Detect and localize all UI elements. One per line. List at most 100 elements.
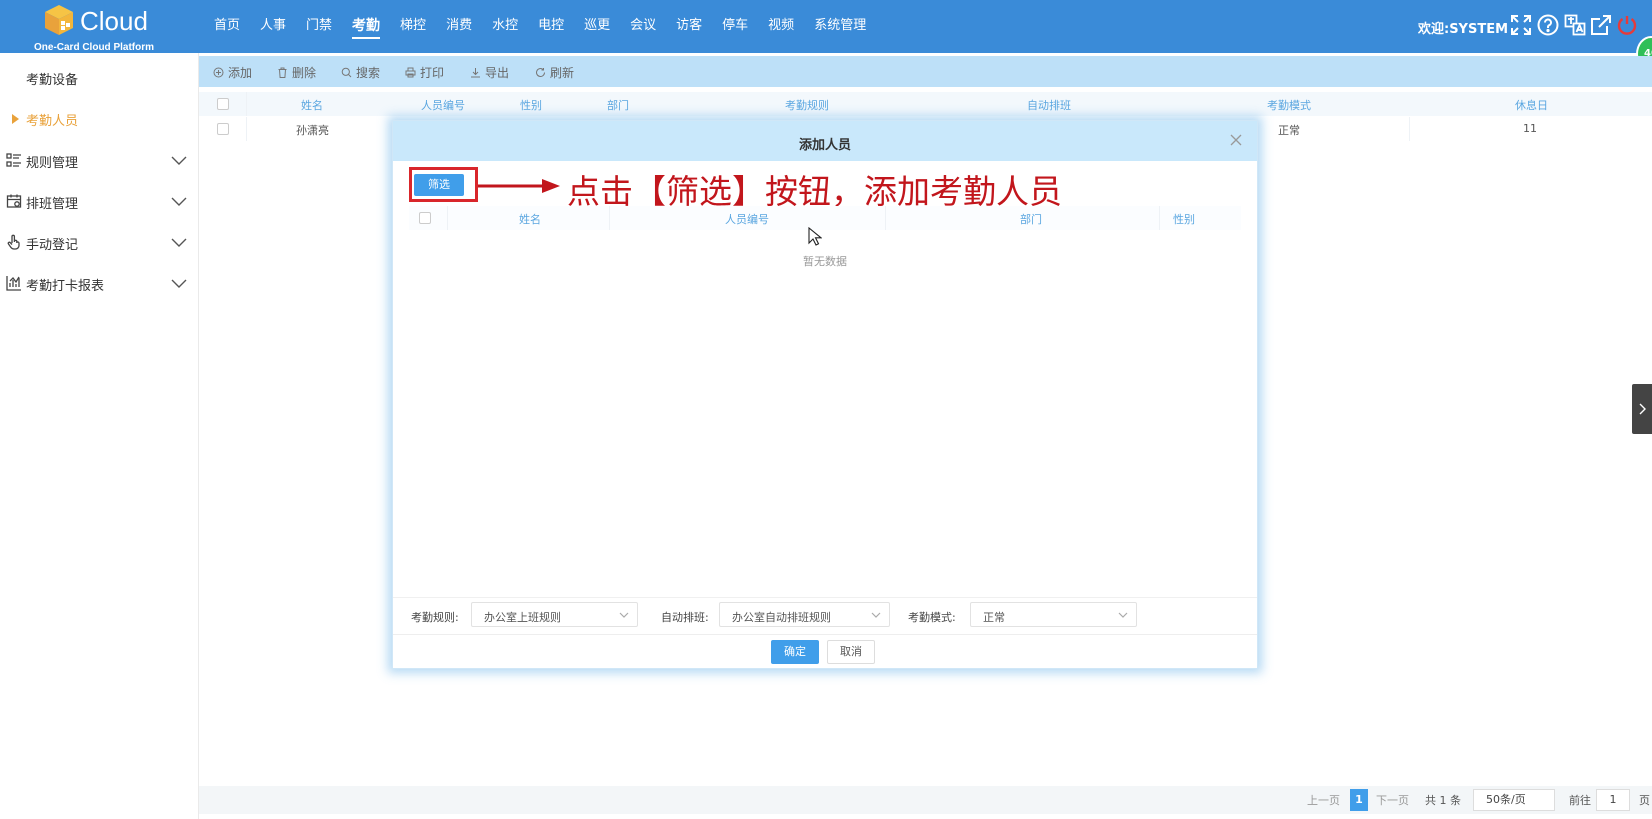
- column-header[interactable]: 部门: [607, 97, 629, 113]
- add-person-dialog: 添加人员 筛选 点击【筛选】按钮，添加考勤人员 姓名 人员编号 部门 性别 暂无…: [392, 120, 1258, 669]
- search-button[interactable]: 搜索: [341, 64, 380, 81]
- fullscreen-icon[interactable]: [1510, 14, 1532, 36]
- chevron-down-icon: [1118, 612, 1128, 618]
- chevron-down-icon: [171, 197, 187, 206]
- nav-patrol[interactable]: 巡更: [574, 0, 620, 53]
- external-link-icon[interactable]: [1590, 14, 1612, 36]
- nav-water-control[interactable]: 水控: [482, 0, 528, 53]
- row-checkbox[interactable]: [217, 123, 229, 135]
- nav-elevator-control[interactable]: 梯控: [390, 0, 436, 53]
- sidebar-item-label: 规则管理: [26, 156, 79, 171]
- refresh-icon: [536, 68, 546, 78]
- delete-label: 删除: [292, 66, 317, 80]
- refresh-button[interactable]: 刷新: [535, 64, 574, 81]
- search-label: 搜索: [356, 66, 381, 80]
- total-count: 共 1 条: [1425, 794, 1461, 807]
- column-header[interactable]: 考勤模式: [1267, 97, 1311, 113]
- print-button[interactable]: 打印: [405, 64, 444, 81]
- annotation-arrow-icon: [478, 179, 560, 193]
- help-icon[interactable]: [1537, 14, 1559, 36]
- dialog-select-all-checkbox[interactable]: [419, 212, 431, 224]
- export-button[interactable]: 导出: [470, 64, 509, 81]
- power-icon[interactable]: [1616, 14, 1638, 36]
- confirm-button[interactable]: 确定: [771, 640, 819, 664]
- select-all-checkbox[interactable]: [217, 98, 229, 110]
- add-button[interactable]: 添加: [213, 64, 252, 81]
- toolbar: 添加 删除 搜索 打印 导出 刷新: [199, 56, 1652, 87]
- delete-button[interactable]: 删除: [277, 64, 316, 81]
- auto-schedule-label: 自动排班:: [661, 611, 709, 624]
- chevron-down-icon: [171, 279, 187, 288]
- refresh-label: 刷新: [550, 66, 575, 80]
- column-header[interactable]: 部门: [1020, 211, 1042, 227]
- nav-parking[interactable]: 停车: [712, 0, 758, 53]
- nav-system-management[interactable]: 系统管理: [804, 0, 876, 53]
- close-icon[interactable]: [1229, 133, 1243, 147]
- nav-attendance[interactable]: 考勤: [342, 0, 390, 53]
- nav-consumption[interactable]: 消费: [436, 0, 482, 53]
- sidebar-item-attendance-devices[interactable]: 考勤设备: [0, 57, 199, 97]
- add-label: 添加: [228, 66, 253, 80]
- column-header[interactable]: 人员编号: [725, 211, 769, 227]
- panel-toggle-handle[interactable]: [1632, 384, 1652, 434]
- prev-page-button[interactable]: 上一页: [1307, 792, 1340, 808]
- auto-schedule-select-value: 办公室自动排班规则: [732, 611, 831, 624]
- trash-icon: [278, 67, 287, 78]
- cell-mode: 正常: [1278, 124, 1300, 137]
- language-icon[interactable]: [1564, 14, 1586, 36]
- column-header[interactable]: 性别: [1173, 211, 1195, 227]
- column-header[interactable]: 性别: [520, 97, 542, 113]
- nav-video[interactable]: 视频: [758, 0, 804, 53]
- sidebar-item-rule-management[interactable]: 规则管理: [0, 140, 199, 180]
- column-header[interactable]: 姓名: [519, 211, 541, 227]
- nav-power-control[interactable]: 电控: [528, 0, 574, 53]
- nav-access-control[interactable]: 门禁: [296, 0, 342, 53]
- nav-meeting[interactable]: 会议: [620, 0, 666, 53]
- filter-button[interactable]: 筛选: [414, 174, 464, 196]
- mode-label: 考勤模式:: [908, 611, 956, 624]
- column-header[interactable]: 考勤规则: [785, 97, 829, 113]
- chevron-down-icon: [619, 612, 629, 618]
- dialog-table-header: 姓名 人员编号 部门 性别: [409, 206, 1241, 230]
- sidebar-item-label: 考勤设备: [26, 73, 79, 88]
- top-navigation-bar: Cloud One-Card Cloud Platform 首页 人事 门禁 考…: [0, 0, 1652, 53]
- cell-rest-day: 11: [1523, 122, 1537, 135]
- column-header[interactable]: 人员编号: [421, 97, 465, 113]
- plus-circle-icon: [213, 67, 224, 78]
- sidebar-item-attendance-report[interactable]: 考勤打卡报表: [0, 263, 199, 303]
- goto-page-input[interactable]: 1: [1596, 789, 1630, 811]
- page-number-current[interactable]: 1: [1350, 789, 1368, 811]
- nav-visitor[interactable]: 访客: [666, 0, 712, 53]
- nav-home[interactable]: 首页: [204, 0, 250, 53]
- chevron-down-icon: [171, 238, 187, 247]
- bar-chart-icon: [6, 276, 21, 291]
- dialog-header: 添加人员: [393, 121, 1257, 161]
- page-size-select[interactable]: 50条/页: [1473, 789, 1555, 811]
- chevron-down-icon: [171, 156, 187, 165]
- sidebar: 考勤设备 考勤人员 规则管理 排班管理 手动登记 考勤打卡报表: [0, 53, 199, 819]
- cancel-button[interactable]: 取消: [827, 640, 875, 664]
- download-icon: [471, 68, 480, 78]
- rule-select[interactable]: 办公室上班规则: [471, 602, 638, 627]
- sidebar-item-label: 考勤人员: [26, 114, 79, 129]
- nav-personnel[interactable]: 人事: [250, 0, 296, 53]
- empty-state-text: 暂无数据: [803, 255, 847, 268]
- active-marker-icon: [12, 114, 19, 124]
- brand-name: Cloud: [80, 6, 148, 36]
- sidebar-item-shift-management[interactable]: 排班管理: [0, 181, 199, 221]
- cube-logo-icon: [45, 5, 73, 35]
- dialog-settings-form: 考勤规则: 办公室上班规则 自动排班: 办公室自动排班规则 考勤模式: 正常: [393, 597, 1257, 631]
- column-header[interactable]: 姓名: [301, 97, 323, 113]
- auto-schedule-select[interactable]: 办公室自动排班规则: [719, 602, 890, 627]
- next-page-button[interactable]: 下一页: [1376, 792, 1409, 808]
- column-header[interactable]: 自动排班: [1027, 97, 1071, 113]
- print-label: 打印: [420, 66, 445, 80]
- welcome-user-text: 欢迎:SYSTEM: [1418, 22, 1509, 37]
- mode-select[interactable]: 正常: [970, 602, 1137, 627]
- pagination: 上一页 1 下一页 共 1 条 50条/页 前往 1 页: [199, 786, 1652, 814]
- logo: Cloud One-Card Cloud Platform: [30, 2, 166, 53]
- sidebar-item-attendance-personnel[interactable]: 考勤人员: [0, 98, 199, 138]
- column-header[interactable]: 休息日: [1515, 97, 1548, 113]
- sidebar-item-manual-registration[interactable]: 手动登记: [0, 222, 199, 262]
- mode-select-value: 正常: [983, 611, 1005, 624]
